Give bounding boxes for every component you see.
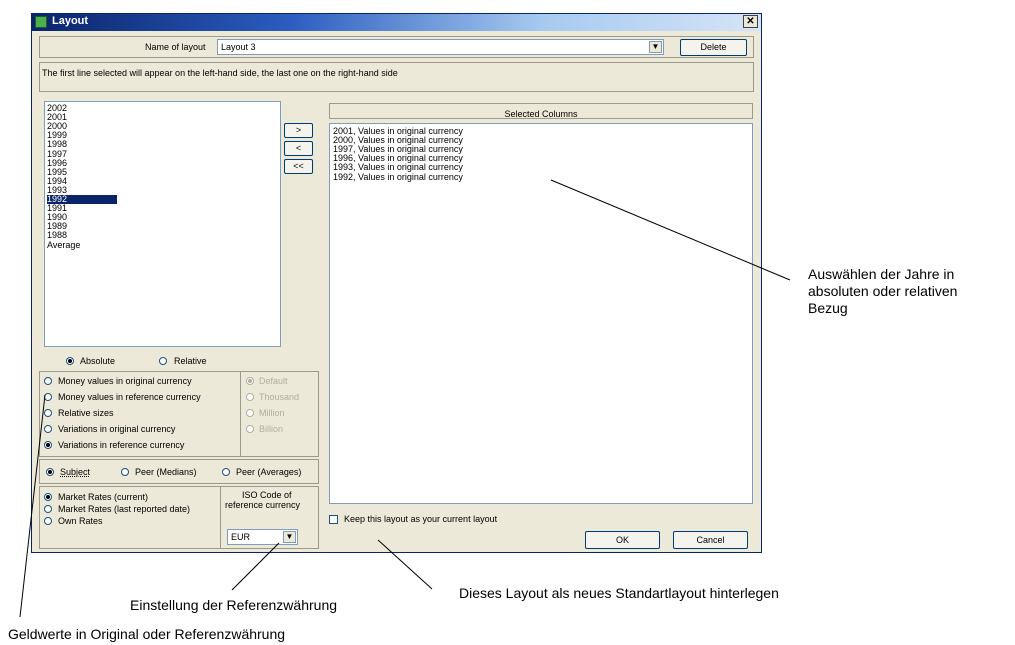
- annotation-years-line1: Auswählen der Jahre in: [808, 266, 955, 282]
- reference-currency-callout-line: [231, 542, 280, 591]
- annotation-years-line2: absoluten oder relativen: [808, 283, 958, 299]
- annotation-money-values: Geldwerte in Original oder Referenzwähru…: [8, 626, 286, 642]
- annotation-lines: [19, 179, 791, 618]
- years-callout-line: [550, 179, 791, 281]
- annotation-reference-currency: Einstellung der Referenzwährung: [130, 597, 338, 613]
- annotation-years-line3: Bezug: [808, 300, 848, 316]
- keep-layout-callout-line: [377, 539, 433, 590]
- money-values-callout-line: [19, 394, 46, 618]
- annotation-keep-layout: Dieses Layout als neues Standartlayout h…: [459, 585, 779, 601]
